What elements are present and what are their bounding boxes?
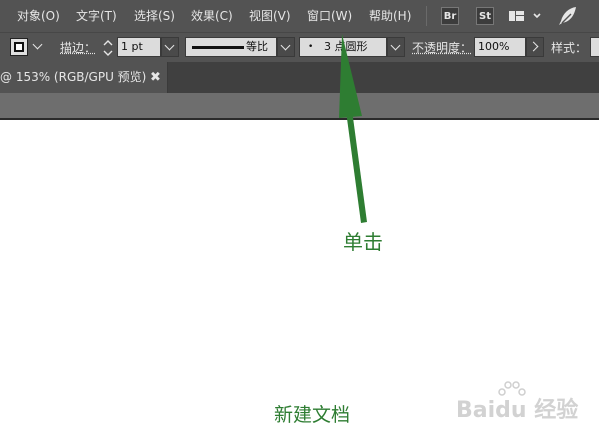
arrow-head — [339, 34, 362, 118]
watermark-text: Baidu 经验 — [456, 392, 578, 424]
annotation-click: 单击 — [343, 226, 383, 255]
baidu-watermark: Baidu 经验 — [456, 380, 596, 420]
arrow-shaft — [346, 110, 367, 223]
annotation-new-document: 新建文档 — [274, 400, 350, 427]
